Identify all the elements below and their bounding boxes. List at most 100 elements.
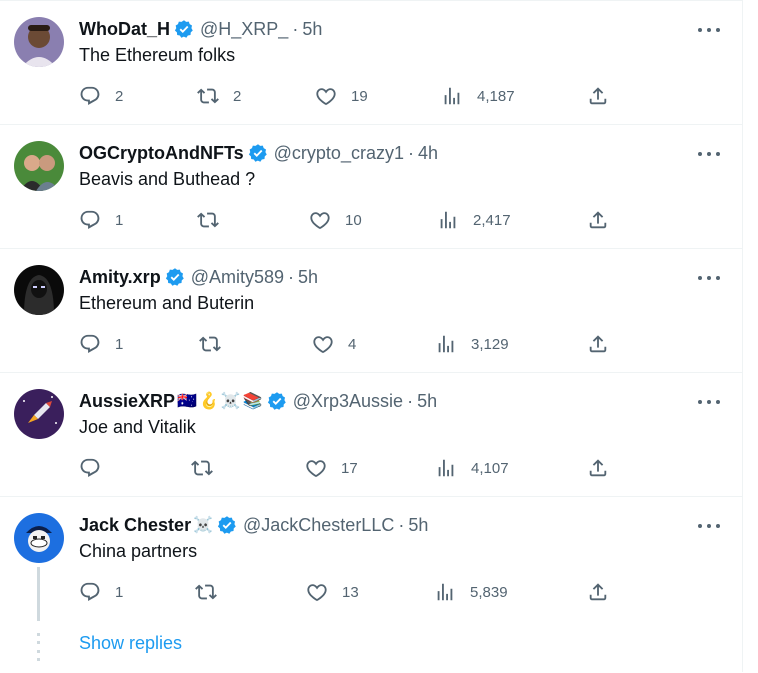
views-button[interactable]: 4,187 <box>441 85 515 107</box>
avatar[interactable] <box>14 389 64 439</box>
more-options-icon[interactable] <box>698 395 720 409</box>
timestamp[interactable]: 4h <box>418 143 438 164</box>
reply-button[interactable]: 1 <box>79 581 123 603</box>
reply-icon <box>80 458 100 477</box>
view-count: 4,107 <box>471 459 509 477</box>
tweet-actions: 1 10 2,417 <box>79 209 609 239</box>
timestamp[interactable]: 5h <box>298 267 318 288</box>
show-replies-link[interactable]: Show replies <box>79 633 182 654</box>
verified-badge-icon <box>174 19 194 39</box>
author-name[interactable]: Jack Chester <box>79 515 191 536</box>
retweet-icon <box>197 212 219 228</box>
thread-dots <box>37 633 40 661</box>
like-button[interactable]: 17 <box>305 457 358 479</box>
tweet[interactable]: WhoDat_H @H_XRP_ · 5h The Ethereum folks… <box>0 1 742 125</box>
views-button[interactable]: 2,417 <box>437 209 511 231</box>
like-button[interactable]: 13 <box>306 581 359 603</box>
like-count: 13 <box>342 583 359 601</box>
share-button[interactable] <box>587 457 609 479</box>
reply-button[interactable] <box>79 457 115 479</box>
verified-badge-icon <box>217 515 237 535</box>
heart-icon <box>310 212 330 230</box>
verified-badge-icon <box>248 143 268 163</box>
tweet-actions: 1 4 3,129 <box>79 333 609 363</box>
retweet-icon <box>195 584 217 600</box>
retweet-icon <box>197 88 219 104</box>
analytics-bars-icon <box>437 583 453 601</box>
avatar[interactable] <box>14 265 64 315</box>
author-handle[interactable]: @Xrp3Aussie <box>293 391 403 412</box>
reply-icon <box>80 210 100 229</box>
analytics-bars-icon <box>438 459 454 477</box>
couple-avatar-icon <box>14 141 64 191</box>
share-button[interactable] <box>587 581 609 603</box>
more-options-icon[interactable] <box>698 23 720 37</box>
author-name[interactable]: AussieXRP <box>79 391 175 412</box>
author-name[interactable]: OGCryptoAndNFTs <box>79 143 244 164</box>
pirate-avatar-icon <box>14 513 64 563</box>
author-name[interactable]: Amity.xrp <box>79 267 161 288</box>
avatar[interactable] <box>14 513 64 563</box>
more-options-icon[interactable] <box>698 271 720 285</box>
more-options-icon[interactable] <box>698 519 720 533</box>
author-handle[interactable]: @JackChesterLLC <box>243 515 394 536</box>
retweet-button[interactable] <box>191 457 227 479</box>
tweet-text: The Ethereum folks <box>79 45 236 65</box>
avatar[interactable] <box>14 141 64 191</box>
author-handle[interactable]: @H_XRP_ <box>200 19 288 40</box>
tweet[interactable]: Jack Chester ☠️ @JackChesterLLC · 5h Chi… <box>0 497 742 673</box>
like-count: 4 <box>348 335 357 353</box>
tweet-actions: 2 2 19 4,187 <box>79 85 609 115</box>
author-handle[interactable]: @crypto_crazy1 <box>274 143 404 164</box>
tweet-text: China partners <box>79 541 198 561</box>
author-handle[interactable]: @Amity589 <box>191 267 284 288</box>
like-button[interactable]: 19 <box>315 85 368 107</box>
share-button[interactable] <box>587 85 609 107</box>
views-button[interactable]: 3,129 <box>435 333 509 355</box>
tweet-text: Joe and Vitalik <box>79 417 196 437</box>
view-count: 2,417 <box>473 211 511 229</box>
views-button[interactable]: 4,107 <box>435 457 509 479</box>
share-button[interactable] <box>587 333 609 355</box>
views-button[interactable]: 5,839 <box>434 581 508 603</box>
reply-button[interactable]: 1 <box>79 209 123 231</box>
timestamp[interactable]: 5h <box>408 515 428 536</box>
rocket-avatar-icon <box>14 389 64 439</box>
tweet[interactable]: OGCryptoAndNFTs @crypto_crazy1 · 4h Beav… <box>0 125 742 249</box>
reply-count: 1 <box>115 583 124 601</box>
reply-button[interactable]: 1 <box>79 333 123 355</box>
like-count: 17 <box>341 459 358 477</box>
tweet[interactable]: Amity.xrp @Amity589 · 5h Ethereum and Bu… <box>0 249 742 373</box>
retweet-button[interactable] <box>195 581 231 603</box>
heart-icon <box>306 460 326 478</box>
retweet-button[interactable]: 2 <box>197 85 241 107</box>
tweet-text: Ethereum and Buterin <box>79 293 255 313</box>
like-button[interactable]: 4 <box>312 333 356 355</box>
like-button[interactable]: 10 <box>309 209 362 231</box>
retweet-button[interactable] <box>197 209 233 231</box>
share-icon <box>589 459 607 477</box>
reply-button[interactable]: 2 <box>79 85 123 107</box>
view-count: 5,839 <box>470 583 508 601</box>
share-button[interactable] <box>587 209 609 231</box>
share-icon <box>589 87 607 105</box>
pirate-flag-emoji: ☠️ <box>220 393 241 410</box>
share-icon <box>589 211 607 229</box>
author-name[interactable]: WhoDat_H <box>79 19 170 40</box>
tweet-header: AussieXRP 🇦🇺 🪝 ☠️ 📚 @Xrp3Aussie · 5h <box>79 389 437 413</box>
tweet-header: Amity.xrp @Amity589 · 5h <box>79 265 318 289</box>
separator-dot: · <box>398 514 405 535</box>
verified-badge-icon <box>165 267 185 287</box>
view-count: 4,187 <box>477 87 515 105</box>
tweet[interactable]: AussieXRP 🇦🇺 🪝 ☠️ 📚 @Xrp3Aussie · 5h Joe… <box>0 373 742 497</box>
timestamp[interactable]: 5h <box>417 391 437 412</box>
hooded-figure-avatar-icon <box>14 265 64 315</box>
retweet-button[interactable] <box>199 333 235 355</box>
timestamp[interactable]: 5h <box>302 19 322 40</box>
share-icon <box>589 583 607 601</box>
share-icon <box>589 335 607 353</box>
avatar[interactable] <box>14 17 64 67</box>
more-options-icon[interactable] <box>698 147 720 161</box>
analytics-bars-icon <box>444 87 460 105</box>
tweet-actions: 17 4,107 <box>79 457 609 487</box>
